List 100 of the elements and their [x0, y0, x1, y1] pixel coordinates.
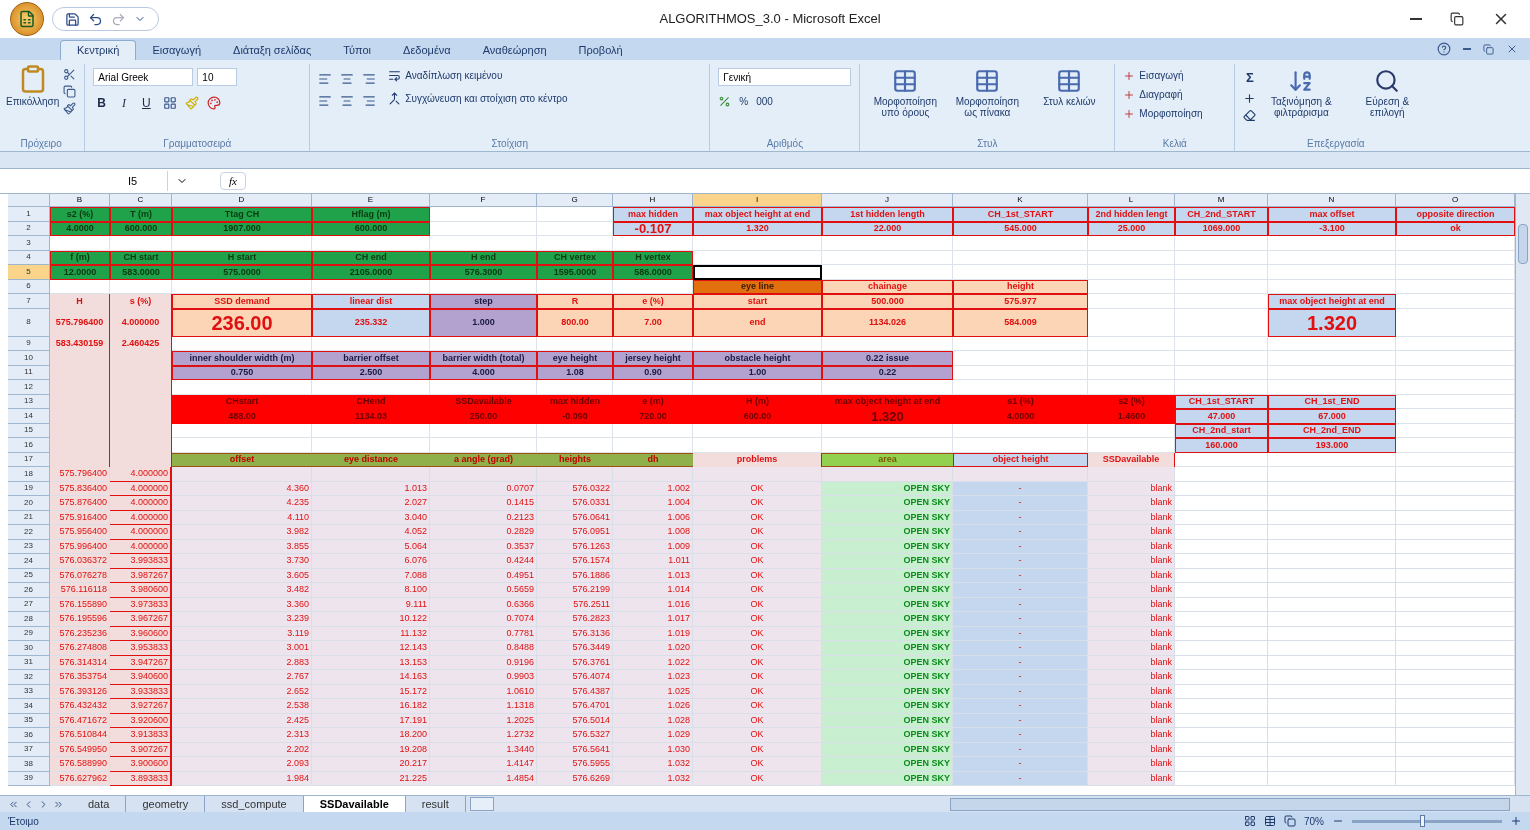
row-header[interactable]: 5 — [8, 265, 50, 280]
table-cell: - — [953, 554, 1088, 569]
ribbon-tab[interactable]: Εισαγωγή — [136, 40, 218, 60]
table-cell: H — [50, 294, 110, 309]
function-button[interactable]: fx — [220, 171, 246, 191]
table-cell: 14.163 — [312, 670, 430, 685]
column-header[interactable]: I — [693, 194, 822, 207]
column-header[interactable]: N — [1268, 194, 1396, 207]
row-header[interactable]: 1 — [8, 207, 50, 222]
column-header[interactable]: L — [1088, 194, 1175, 207]
fill-color-icon — [184, 96, 199, 110]
row-header[interactable]: 32 — [8, 670, 50, 685]
table-cell: blank — [1088, 583, 1175, 598]
table-cell: 1.014 — [613, 583, 693, 598]
copy-icon — [63, 85, 77, 98]
percent-button[interactable]: % — [739, 94, 749, 109]
thousands-button[interactable]: 000 — [756, 94, 773, 109]
row-header[interactable]: 24 — [8, 554, 50, 569]
sheet-tab[interactable]: SSDavailable — [303, 796, 406, 812]
underline-button[interactable]: U — [138, 94, 155, 112]
table-cell: 4.000000 — [110, 467, 172, 482]
ribbon-button[interactable]: Μορφοποίηση υπό όρους — [864, 68, 947, 118]
ribbon-tab[interactable]: Αναθεώρηση — [466, 40, 563, 60]
row-header[interactable]: 38 — [8, 757, 50, 772]
zoom-level[interactable]: 70% — [1304, 813, 1324, 829]
table-cell: 576.353754 — [50, 670, 110, 685]
row-header[interactable]: 16 — [8, 438, 50, 453]
new-sheet-icon[interactable] — [469, 797, 494, 811]
ribbon-tab[interactable]: Διάταξη σελίδας — [217, 40, 328, 60]
row-header[interactable]: 22 — [8, 525, 50, 540]
office-logo-icon[interactable] — [10, 2, 44, 36]
table-cell: 576.5327 — [537, 728, 613, 743]
row-header[interactable]: 18 — [8, 467, 50, 482]
ribbon-button[interactable]: Ταξινόμηση & φιλτράρισμα — [1260, 68, 1343, 122]
table-cell: jersey height — [613, 351, 693, 366]
horizontal-scrollbar[interactable] — [950, 797, 1510, 811]
table-cell: 3.982 — [172, 525, 312, 540]
save-icon — [65, 11, 80, 27]
column-header[interactable]: G — [537, 194, 613, 207]
row-header[interactable]: 36 — [8, 728, 50, 743]
ribbon-tab[interactable]: Προβολή — [562, 40, 639, 60]
minimize-icon[interactable] — [1410, 18, 1422, 20]
select-all-corner[interactable] — [8, 194, 50, 207]
cells-button[interactable]: Διαγραφή — [1123, 87, 1227, 102]
name-box[interactable]: I5 — [8, 171, 168, 191]
ribbon-tab[interactable]: Κεντρική — [60, 40, 137, 60]
row-header[interactable]: 28 — [8, 612, 50, 627]
row-header[interactable]: 26 — [8, 583, 50, 598]
table-cell: 7.00 — [613, 308, 693, 337]
cells-icon — [1123, 88, 1136, 101]
row-header[interactable]: 30 — [8, 641, 50, 656]
row-header[interactable]: 7 — [8, 294, 50, 309]
wrap-text-button[interactable]: Αναδίπλωση κειμένου — [388, 68, 568, 83]
page-break-icon — [1284, 815, 1296, 827]
column-header[interactable]: K — [953, 194, 1088, 207]
table-cell: OK — [693, 612, 822, 627]
autosum-button[interactable]: Σ — [1243, 68, 1257, 88]
font-size-field[interactable]: 10 — [197, 68, 238, 86]
table-cell: 576.0951 — [537, 525, 613, 540]
ribbon-button[interactable]: Στυλ κελιών — [1028, 68, 1111, 118]
table-cell: 576.0331 — [537, 496, 613, 511]
row-header[interactable]: 10 — [8, 351, 50, 366]
table-cell: OPEN SKY — [822, 641, 953, 656]
row-header[interactable]: 14 — [8, 409, 50, 424]
column-header[interactable]: E — [312, 194, 430, 207]
column-header[interactable]: H — [613, 194, 693, 207]
ribbon-button[interactable]: Μορφοποίηση ως πίνακα — [946, 68, 1029, 118]
table-cell: blank — [1088, 496, 1175, 511]
column-header[interactable]: C — [110, 194, 172, 207]
cells-button[interactable]: Εισαγωγή — [1123, 68, 1227, 83]
vertical-scrollbar[interactable] — [1515, 194, 1530, 795]
table-cell: - — [953, 728, 1088, 743]
ribbon-button[interactable]: Εύρεση & επιλογή — [1346, 68, 1429, 122]
row-header[interactable]: 3 — [8, 236, 50, 251]
group-title: Στοίχιση — [490, 137, 530, 151]
column-header[interactable]: M — [1175, 194, 1268, 207]
table-cell: 576.5955 — [537, 757, 613, 772]
zoom-thumb[interactable] — [1419, 814, 1425, 827]
table-cell: blank — [1088, 699, 1175, 714]
column-header[interactable]: F — [430, 194, 537, 207]
paste-button[interactable]: Επικόλληση — [6, 64, 60, 136]
column-header[interactable]: B — [50, 194, 110, 207]
bold-button[interactable]: B — [93, 94, 110, 112]
italic-button[interactable]: I — [118, 94, 130, 112]
minimize-icon[interactable] — [1463, 48, 1471, 50]
font-name-field[interactable]: Arial Greek — [93, 68, 194, 86]
number-format-field[interactable]: Γενική — [718, 68, 852, 86]
merge-center-button[interactable]: Συγχώνευση και στοίχιση στο κέντρο — [388, 91, 568, 106]
row-header[interactable]: 12 — [8, 380, 50, 395]
column-header[interactable]: O — [1396, 194, 1515, 207]
scroll-thumb[interactable] — [1518, 224, 1528, 264]
column-header[interactable]: D — [172, 194, 312, 207]
ribbon-tab[interactable]: Τύποι — [327, 40, 388, 60]
table-cell: 576.4074 — [537, 670, 613, 685]
ribbon-tab[interactable]: Δεδομένα — [387, 40, 467, 60]
row-header[interactable]: 8 — [8, 308, 50, 337]
row-header[interactable]: 34 — [8, 699, 50, 714]
column-header[interactable]: J — [822, 194, 953, 207]
cells-button[interactable]: Μορφοποίηση — [1123, 106, 1227, 121]
row-header[interactable]: 20 — [8, 496, 50, 511]
